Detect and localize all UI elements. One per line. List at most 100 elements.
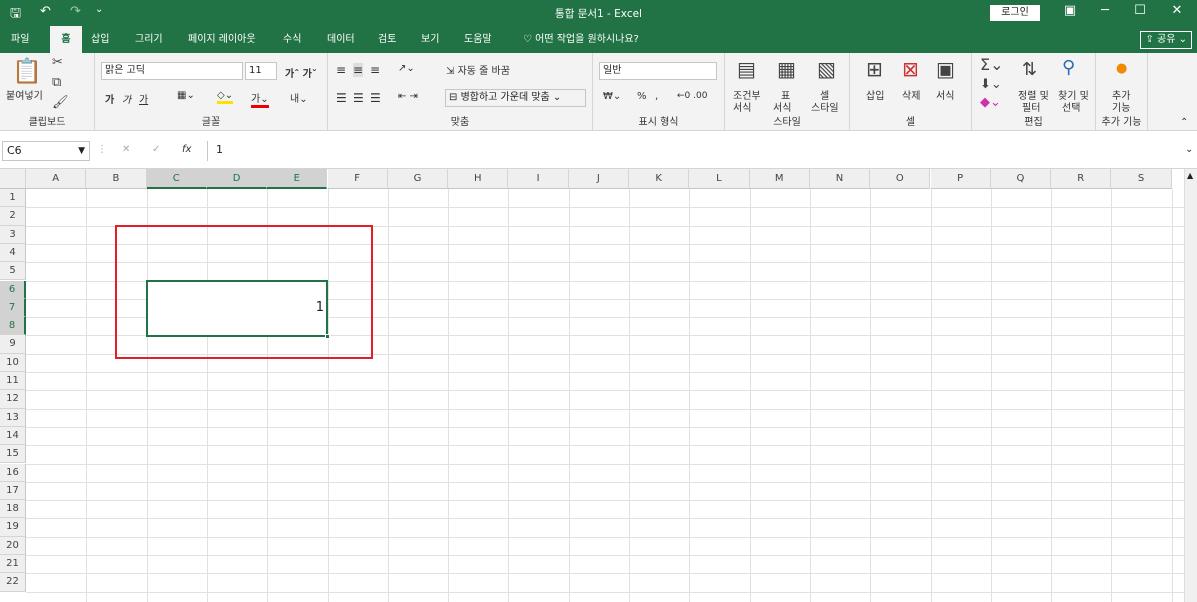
underline-icon[interactable]: 가 xyxy=(139,91,148,106)
enter-icon[interactable]: ✓ xyxy=(152,144,160,155)
delete-label[interactable]: 삭제 xyxy=(902,87,920,102)
format-painter-icon[interactable]: 🖌 xyxy=(52,95,69,110)
cell-styles-label2[interactable]: 스타일 xyxy=(811,99,839,114)
row-header[interactable]: 2 xyxy=(0,207,26,226)
row-header[interactable]: 12 xyxy=(0,390,26,409)
merge-center-button[interactable]: ⊟ 병합하고 가운데 맞춤 ⌄ xyxy=(445,89,586,107)
clear-icon[interactable]: ◆⌄ xyxy=(980,95,1001,110)
row-header[interactable]: 3 xyxy=(0,225,26,244)
row-header[interactable]: 6 xyxy=(0,280,26,299)
tab-page-layout[interactable]: 페이지 레이아웃 xyxy=(185,26,259,53)
expand-formula-icon[interactable]: ⌄ xyxy=(1185,144,1193,155)
indent-icon[interactable]: ⇤ ⇥ xyxy=(398,91,418,102)
delete-cells-icon[interactable]: ⊠ xyxy=(902,57,919,81)
sort-filter-icon[interactable]: ⇅ xyxy=(1022,59,1037,80)
tab-home[interactable]: 홈 xyxy=(50,26,82,53)
row-header[interactable]: 17 xyxy=(0,481,26,501)
row-header[interactable]: 11 xyxy=(0,372,26,391)
paste-icon[interactable]: 📋 xyxy=(12,57,42,85)
column-header[interactable]: F xyxy=(327,169,388,189)
column-header[interactable]: N xyxy=(809,169,871,189)
align-right-icon[interactable]: ☰ xyxy=(370,91,381,105)
column-header[interactable]: Q xyxy=(990,169,1052,189)
tab-file[interactable]: 파일 xyxy=(8,26,32,53)
row-header[interactable]: 10 xyxy=(0,353,26,372)
worksheet-grid[interactable]: ABCDEFGHIJKLMNOPQRS 1 2 3 4 5 6 7 8 9 10 11 12 13 14 1… xyxy=(0,169,1184,602)
close-icon[interactable]: ✕ xyxy=(1157,3,1197,18)
row-header[interactable]: 20 xyxy=(0,536,26,555)
align-top-icon[interactable]: ≡ xyxy=(336,63,346,77)
font-color-icon[interactable]: 가⌄ xyxy=(251,90,269,108)
copy-icon[interactable]: ⧉ xyxy=(52,75,61,90)
formula-input[interactable]: 1 xyxy=(207,141,1192,161)
column-header[interactable]: M xyxy=(749,169,810,189)
format-cells-icon[interactable]: ▣ xyxy=(936,57,955,81)
percent-icon[interactable]: % xyxy=(637,91,647,102)
vertical-scrollbar[interactable]: ▲ xyxy=(1184,169,1197,602)
row-header[interactable]: 8 xyxy=(0,317,26,336)
font-size-dropdown[interactable]: 11 xyxy=(245,62,277,80)
tab-help[interactable]: 도움말 xyxy=(461,26,495,53)
find-label2[interactable]: 선택 xyxy=(1062,99,1080,114)
column-header[interactable]: G xyxy=(387,169,449,189)
addins-label2[interactable]: 기능 xyxy=(1112,99,1130,114)
column-header[interactable]: O xyxy=(870,169,931,189)
font-name-dropdown[interactable]: 맑은 고딕 xyxy=(101,62,243,80)
row-header[interactable]: 15 xyxy=(0,445,26,464)
tab-review[interactable]: 검토 xyxy=(375,26,399,53)
row-header[interactable]: 14 xyxy=(0,426,26,446)
column-header[interactable]: E xyxy=(267,169,328,189)
minimize-icon[interactable]: ─ xyxy=(1085,3,1125,18)
phonetic-icon[interactable]: 내⌄ xyxy=(290,90,308,105)
collapse-ribbon-icon[interactable]: ⌃ xyxy=(1180,117,1188,128)
maximize-icon[interactable]: ☐ xyxy=(1120,3,1160,18)
accounting-icon[interactable]: ₩⌄ xyxy=(603,91,621,102)
format-label[interactable]: 서식 xyxy=(936,87,954,102)
row-header[interactable]: 9 xyxy=(0,335,26,354)
align-center-icon[interactable]: ☰ xyxy=(353,91,364,105)
row-header[interactable]: 16 xyxy=(0,463,26,482)
column-header[interactable]: J xyxy=(568,169,629,189)
column-header[interactable]: R xyxy=(1051,169,1112,189)
addins-icon[interactable]: ● xyxy=(1116,61,1127,76)
tell-me-box[interactable]: ♡ 어떤 작업을 원하시나요? xyxy=(520,26,642,53)
column-header[interactable]: A xyxy=(26,169,87,189)
orientation-icon[interactable]: ↗⌄ xyxy=(398,63,415,74)
align-left-icon[interactable]: ☰ xyxy=(336,91,347,105)
column-header[interactable]: B xyxy=(86,169,147,189)
fill-icon[interactable]: ⬇⌄ xyxy=(980,77,1002,92)
row-header[interactable]: 5 xyxy=(0,262,26,281)
align-bottom-icon[interactable]: ≡ xyxy=(370,63,380,77)
insert-cells-icon[interactable]: ⊞ xyxy=(866,57,883,81)
row-header[interactable]: 1 xyxy=(0,189,26,208)
autosum-icon[interactable]: Σ⌄ xyxy=(980,55,1004,74)
tab-insert[interactable]: 삽입 xyxy=(88,26,112,53)
number-format-dropdown[interactable]: 일반 xyxy=(599,62,717,80)
row-header[interactable]: 13 xyxy=(0,408,26,427)
tab-view[interactable]: 보기 xyxy=(418,26,442,53)
ribbon-display-icon[interactable]: ▣ xyxy=(1050,3,1090,18)
name-box[interactable]: C6 ▼ xyxy=(2,141,90,161)
row-header[interactable]: 7 xyxy=(0,298,26,318)
cancel-icon[interactable]: ✕ xyxy=(122,144,130,155)
login-button[interactable]: 로그인 xyxy=(990,5,1040,21)
column-header[interactable]: S xyxy=(1111,169,1172,189)
chevron-down-icon[interactable]: ▼ xyxy=(78,142,85,160)
bold-icon[interactable]: 가 xyxy=(105,91,114,106)
grow-font-icon[interactable]: 가ˆ 가ˇ xyxy=(285,65,317,80)
select-all-corner[interactable] xyxy=(0,169,26,189)
align-middle-icon[interactable]: ≡ xyxy=(353,63,364,77)
column-header[interactable]: K xyxy=(629,169,690,189)
row-header[interactable]: 22 xyxy=(0,573,26,592)
comma-icon[interactable]: , xyxy=(655,91,658,102)
row-header[interactable]: 4 xyxy=(0,243,26,263)
cut-icon[interactable]: ✂ xyxy=(52,55,63,70)
insert-function-icon[interactable]: fx xyxy=(182,144,191,155)
column-header[interactable]: I xyxy=(508,169,569,189)
sort-label2[interactable]: 필터 xyxy=(1022,99,1040,114)
paste-label[interactable]: 붙여넣기 xyxy=(6,87,43,102)
decimal-icon[interactable]: ←0 .00 xyxy=(677,91,707,101)
cond-format-label2[interactable]: 서식 xyxy=(733,99,751,114)
cell-styles-icon[interactable]: ▧ xyxy=(817,57,836,81)
fill-color-icon[interactable]: ◇⌄ xyxy=(217,90,234,104)
